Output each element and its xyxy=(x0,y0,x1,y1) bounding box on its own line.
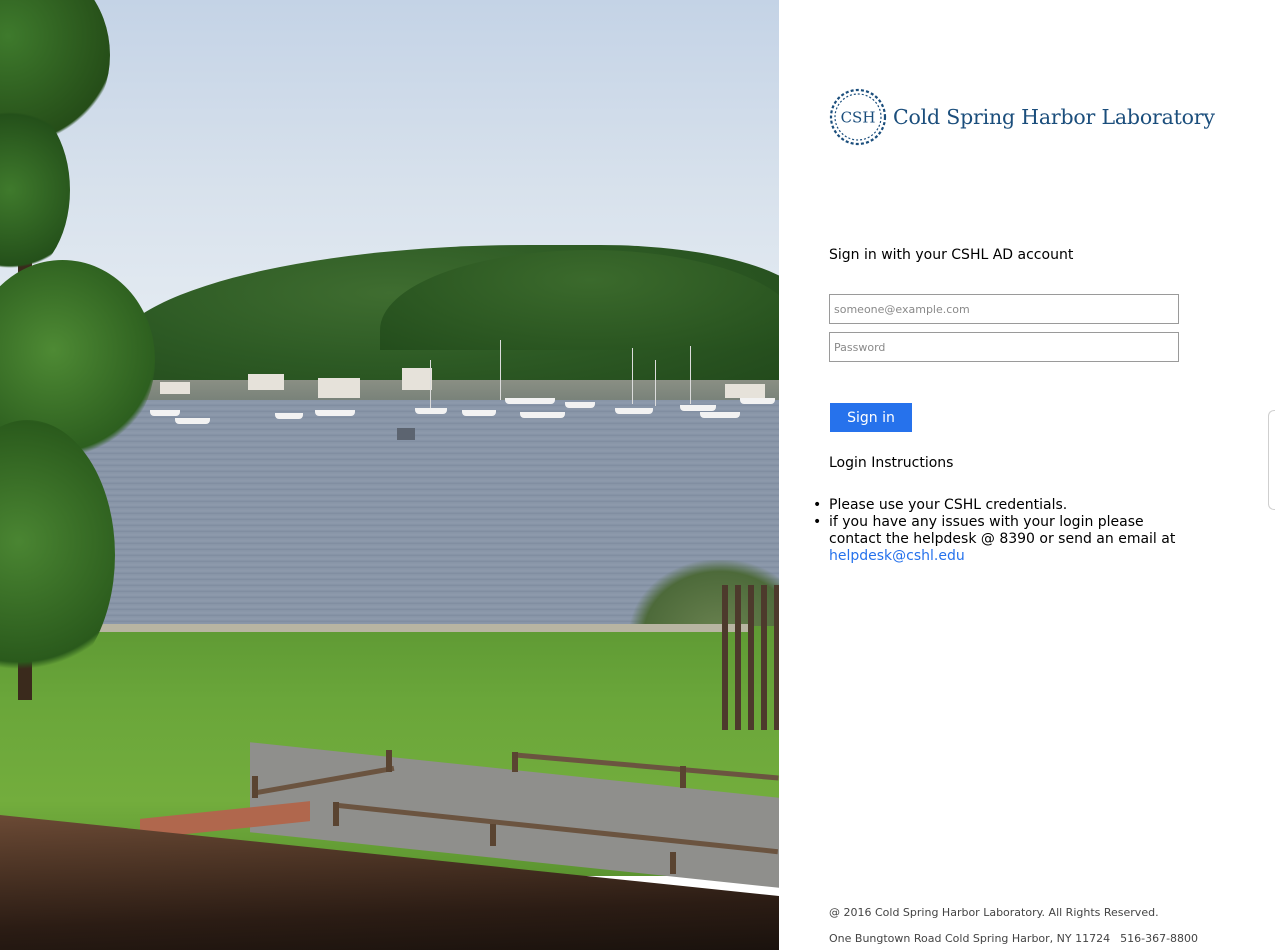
boat xyxy=(415,408,447,414)
org-name: Cold Spring Harbor Laboratory xyxy=(893,105,1215,129)
shore-house xyxy=(248,374,284,390)
fence-post xyxy=(670,852,676,874)
boat xyxy=(315,410,355,416)
side-panel-handle[interactable] xyxy=(1268,410,1275,510)
boat-mast xyxy=(430,360,431,408)
fence-post xyxy=(252,776,258,798)
boat-mast xyxy=(500,340,501,400)
boat xyxy=(740,398,775,404)
fence-post xyxy=(512,752,518,772)
fence-post xyxy=(333,802,339,826)
footer-copyright: @ 2016 Cold Spring Harbor Laboratory. Al… xyxy=(829,906,1159,919)
shore-house xyxy=(725,384,765,398)
bullet-icon: • xyxy=(813,497,822,513)
password-input[interactable] xyxy=(829,332,1179,362)
list-item: • Please use your CSHL credentials. xyxy=(813,497,1189,514)
fence-post xyxy=(386,750,392,772)
csh-seal-graphic: CSH xyxy=(829,88,887,146)
shore-house xyxy=(160,382,190,394)
instruction-text: if you have any issues with your login p… xyxy=(829,514,1176,547)
boat xyxy=(505,398,555,404)
instruction-text: Please use your CSHL credentials. xyxy=(829,497,1068,513)
boat xyxy=(175,418,210,424)
mooring-float xyxy=(397,428,415,440)
seal-text: CSH xyxy=(841,109,876,127)
fence-post xyxy=(680,766,686,788)
boat-mast xyxy=(632,348,633,404)
boat xyxy=(462,410,496,416)
bullet-icon: • xyxy=(813,514,822,530)
boat xyxy=(275,413,303,419)
boat-mast xyxy=(655,360,656,406)
boat xyxy=(700,412,740,418)
footer-phone: 516-367-8800 xyxy=(1120,932,1199,945)
login-instructions-list: • Please use your CSHL credentials. • if… xyxy=(813,497,1189,565)
footer-address: One Bungtown Road Cold Spring Harbor, NY… xyxy=(829,932,1111,945)
shore-house xyxy=(318,378,360,398)
csh-seal-icon: CSH xyxy=(828,87,888,147)
shore-house xyxy=(402,368,432,390)
cshl-logo: CSH Cold Spring Harbor Laboratory xyxy=(828,86,1215,148)
boat xyxy=(520,412,565,418)
helpdesk-email-link[interactable]: helpdesk@cshl.edu xyxy=(829,548,965,564)
login-instructions-title: Login Instructions xyxy=(829,455,954,471)
harbor-landscape-photo xyxy=(0,0,779,950)
boat xyxy=(615,408,653,414)
boat xyxy=(680,405,716,411)
wooden-gate xyxy=(722,585,779,730)
boat xyxy=(565,402,595,408)
seawall xyxy=(90,624,750,632)
fence-post xyxy=(490,824,496,846)
boat-mast xyxy=(690,346,691,404)
signin-title: Sign in with your CSHL AD account xyxy=(829,247,1074,263)
username-input[interactable] xyxy=(829,294,1179,324)
signin-button[interactable]: Sign in xyxy=(830,403,912,432)
footer-address-line: One Bungtown Road Cold Spring Harbor, NY… xyxy=(829,932,1198,945)
list-item: • if you have any issues with your login… xyxy=(813,514,1189,565)
boat xyxy=(150,410,180,416)
login-panel: CSH Cold Spring Harbor Laboratory Sign i… xyxy=(779,0,1275,950)
